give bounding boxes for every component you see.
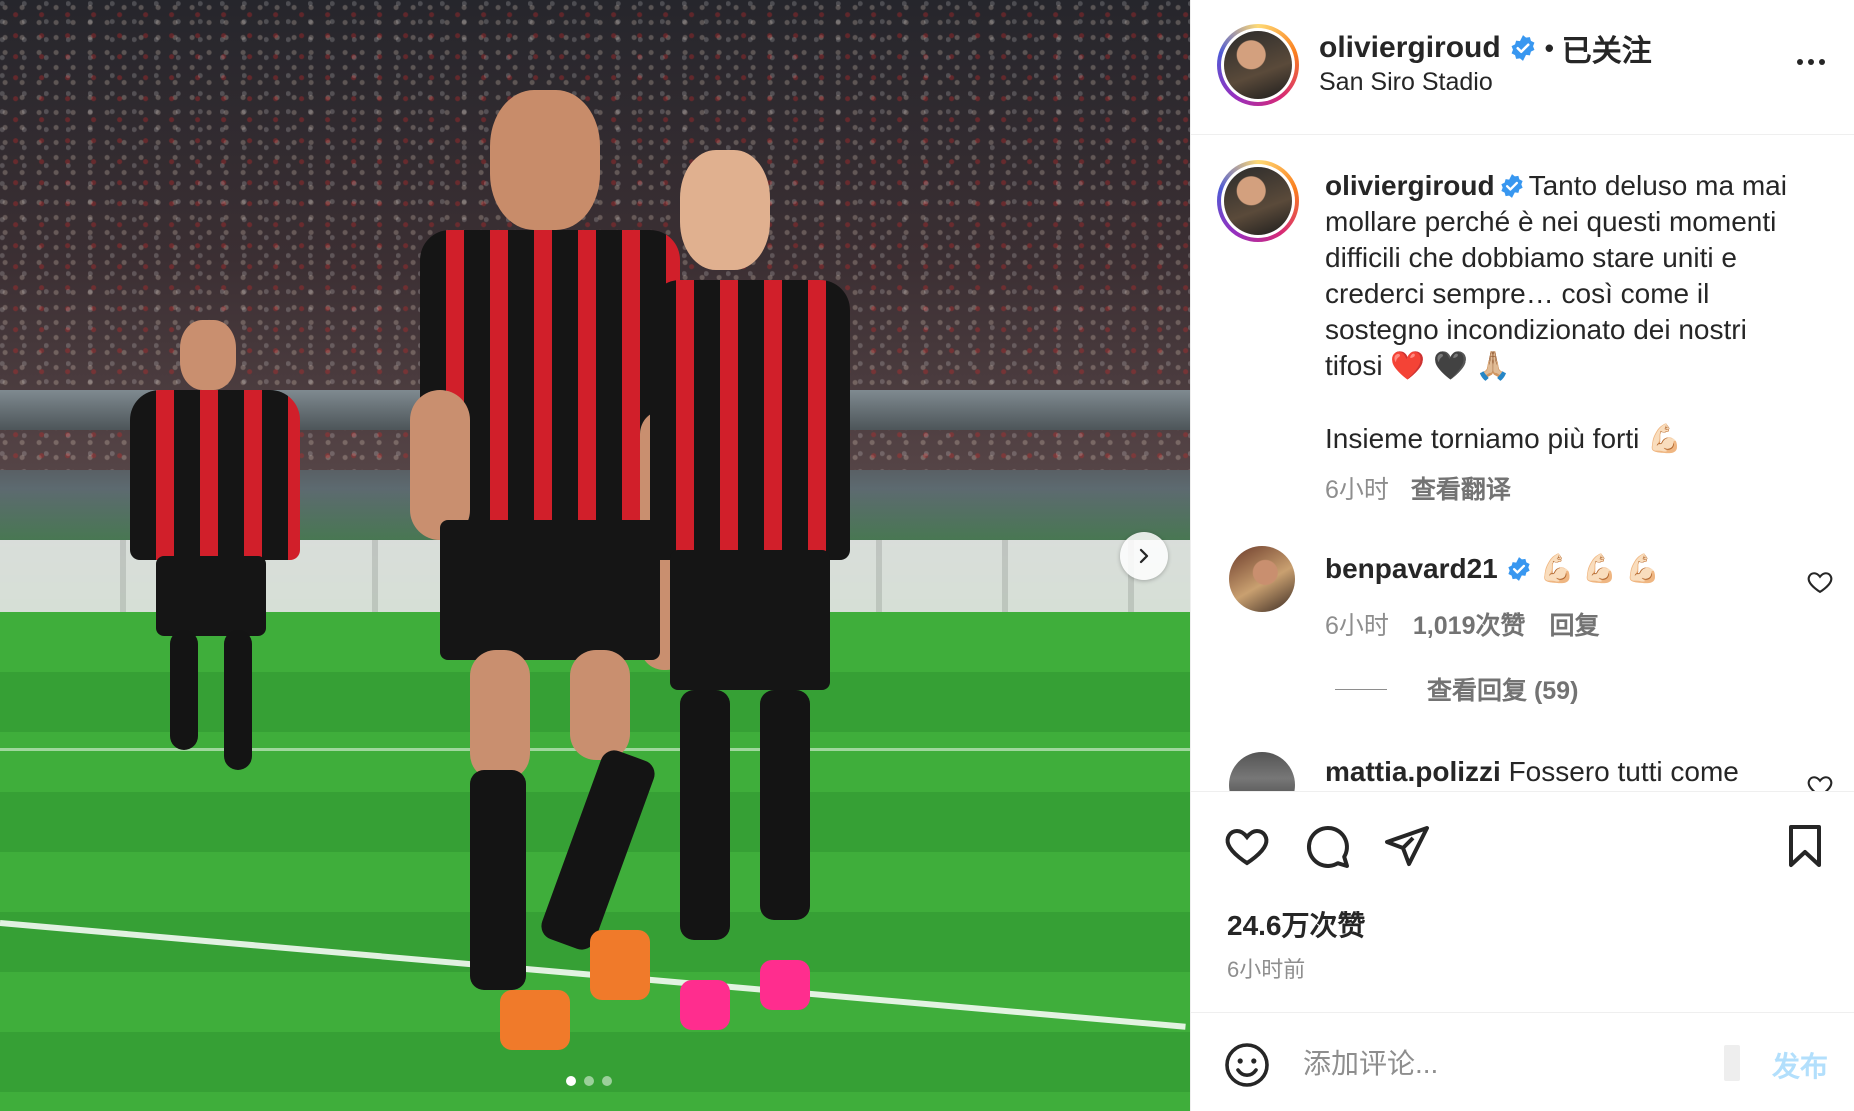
author-info: oliviergiroud • 已关注 [1319,26,1652,70]
like-count[interactable]: 24.6万次赞 [1227,904,1366,944]
more-options-button[interactable] [1788,44,1834,80]
post-time[interactable]: 6小时前 [1227,952,1305,984]
comment-time[interactable]: 6小时 [1325,606,1389,642]
carousel-dot [566,1076,576,1086]
add-comment-bar: 发布 [1191,1012,1854,1111]
post-details-panel: oliviergiroud • 已关注 San Siro Stadio oliv… [1190,0,1854,1111]
verified-badge-icon [1508,556,1530,581]
caption-second-line: Insieme torniamo più forti 💪🏻 [1325,422,1682,455]
heart-icon[interactable] [1806,568,1834,596]
praying-hands-emoji: 🙏🏼 [1475,350,1511,381]
post-header: oliviergiroud • 已关注 San Siro Stadio [1191,0,1854,135]
chevron-right-icon [1139,548,1149,564]
caption-time[interactable]: 6小时 [1325,470,1389,506]
more-horizontal-icon [1797,59,1803,65]
caption-text-2: Insieme torniamo più forti [1325,423,1640,454]
view-replies-button[interactable]: 查看回复 (59) [1335,671,1578,707]
reply-button[interactable]: 回复 [1549,606,1599,642]
commenter-avatar[interactable] [1229,546,1295,612]
separator-dot: • [1544,32,1554,63]
commenter-username[interactable]: benpavard21 [1325,553,1498,585]
carousel-indicator [566,1076,612,1086]
smiley-icon[interactable] [1223,1041,1271,1089]
bookmark-icon[interactable] [1781,822,1829,870]
red-heart-emoji: ❤️ [1390,350,1426,381]
carousel-dot [584,1076,594,1086]
view-replies-label: 查看回复 (59) [1427,677,1579,705]
caption-username[interactable]: oliviergiroud [1325,170,1495,201]
comment-likes[interactable]: 1,019次赞 [1413,606,1526,642]
post-comment-button[interactable]: 发布 [1772,1045,1828,1085]
comment-item: benpavard21 💪🏻 💪🏻 💪🏻 [1325,552,1660,585]
post-media[interactable] [0,0,1190,1111]
caption-author-avatar[interactable] [1217,160,1299,242]
carousel-dot [602,1076,612,1086]
heart-icon[interactable] [1806,772,1834,791]
player-background-left [120,320,310,820]
input-resize-handle[interactable] [1724,1045,1740,1081]
replies-divider-line [1335,688,1387,690]
carousel-next-button[interactable] [1120,532,1168,580]
caption-meta: 6小时 查看翻译 [1325,470,1511,506]
comments-section[interactable]: oliviergiroud Tanto deluso ma mai mollare… [1191,136,1854,791]
paper-plane-icon[interactable] [1383,822,1431,870]
author-avatar[interactable] [1217,24,1299,106]
comment-text: Fossero tutti come [1508,756,1739,787]
post-location[interactable]: San Siro Stadio [1319,68,1493,97]
comment-text: 💪🏻 💪🏻 💪🏻 [1539,553,1660,584]
heart-icon[interactable] [1223,822,1271,870]
post-caption: oliviergiroud Tanto deluso ma mai mollare… [1325,168,1805,384]
player-number-90 [650,150,890,1050]
flexed-biceps-emoji: 💪🏻 [1647,423,1683,454]
author-username[interactable]: oliviergiroud [1319,31,1501,65]
comment-bubble-icon[interactable] [1303,822,1351,870]
black-heart-emoji: 🖤 [1433,350,1468,381]
post-actions: 24.6万次赞 6小时前 [1191,791,1854,1011]
verified-badge-icon [1511,35,1535,61]
commenter-avatar[interactable] [1229,752,1295,791]
comment-meta: 6小时 1,019次赞 回复 [1325,606,1599,642]
comment-item: mattia.polizzi Fossero tutti come [1325,756,1739,788]
follow-status-button[interactable]: 已关注 [1562,26,1652,70]
see-translation-link[interactable]: 查看翻译 [1411,470,1511,506]
comment-input[interactable] [1303,1037,1723,1091]
commenter-username[interactable]: mattia.polizzi [1325,756,1501,787]
verified-badge-icon [1500,174,1523,198]
